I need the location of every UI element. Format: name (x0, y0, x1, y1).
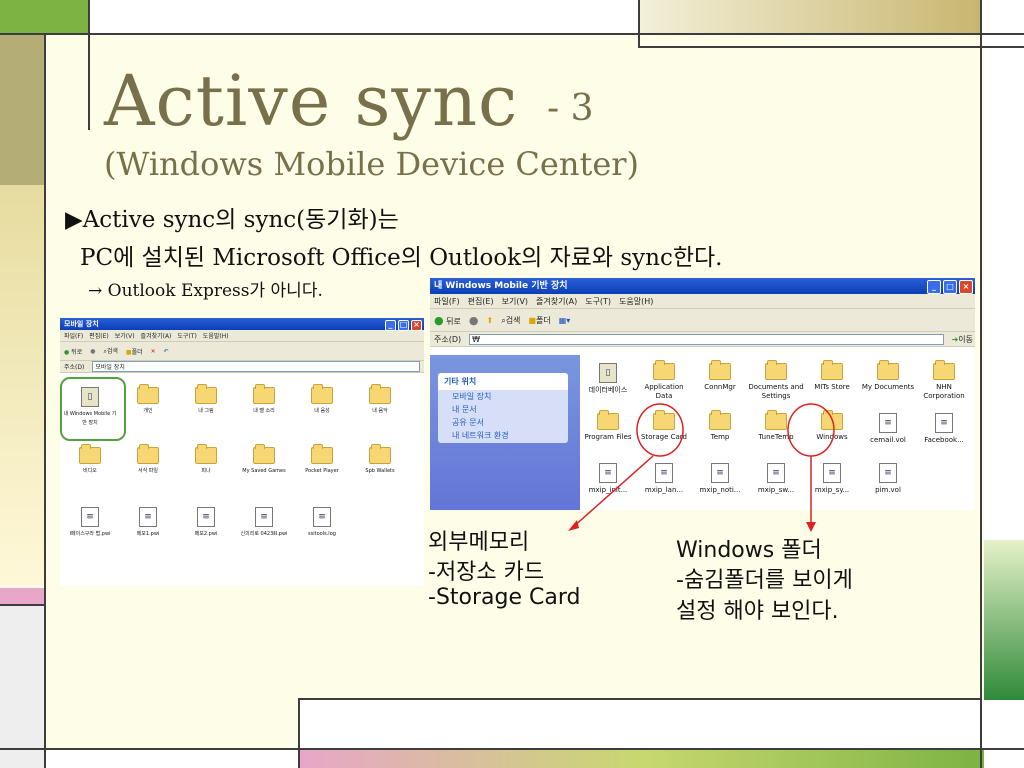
annotation-external-memory: 외부메모리 (428, 530, 530, 555)
storage-card-arrow (571, 455, 654, 529)
annotation-settings-note: 설정 해야 보인다. (676, 599, 839, 624)
windows-folder-arrowhead (806, 522, 816, 532)
annotation-storage-card-kr: -저장소 카드 (428, 560, 545, 585)
annotation-overlay (568, 403, 835, 532)
annotation-windows-folder: Windows 폴더 (676, 538, 822, 563)
annotation-storage-card-en: -Storage Card (428, 585, 581, 610)
storage-card-arrowhead (568, 520, 579, 531)
storage-card-highlight (636, 403, 684, 457)
windows-folder-highlight (787, 403, 835, 457)
annotation-hidden-folder: -숨김폴더를 보이게 (676, 568, 853, 593)
